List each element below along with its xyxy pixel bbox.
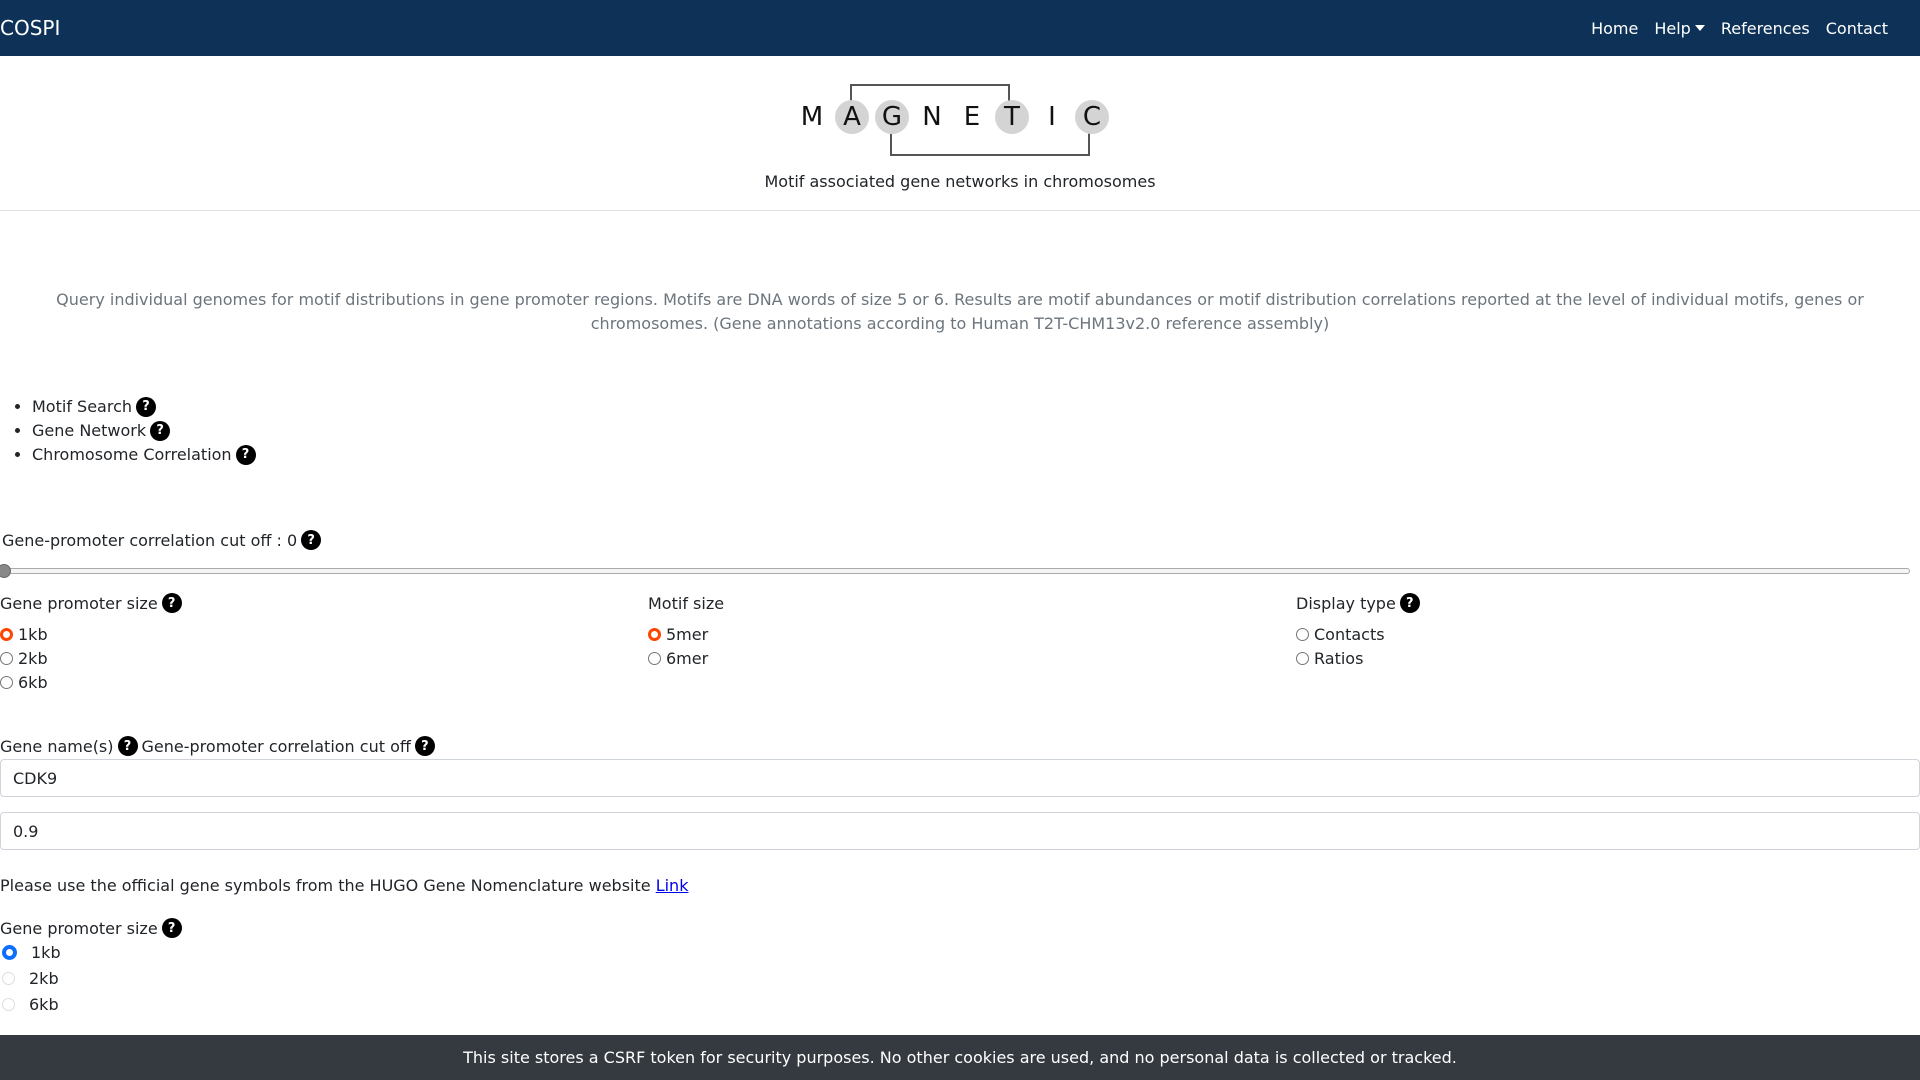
motif-size-group: Motif size 5mer 6mer	[648, 592, 724, 670]
gene-name-labels: Gene name(s) ? Gene-promoter correlation…	[0, 736, 435, 756]
nav-help-label: Help	[1654, 18, 1691, 38]
promoter2-option-6kb[interactable]: 6kb	[0, 991, 182, 1017]
display-type-group: Display type? Contacts Ratios	[1296, 592, 1420, 670]
option-label: Contacts	[1314, 624, 1385, 644]
promoter-size-title: Gene promoter size?	[0, 592, 182, 614]
promoter-size-group: Gene promoter size? 1kb 2kb 6kb	[0, 592, 182, 694]
option-label: 2kb	[29, 968, 59, 988]
cutoff-input[interactable]: 0.9	[0, 812, 1920, 850]
motif-option-5mer[interactable]: 5mer	[648, 622, 724, 646]
option-label: 2kb	[18, 648, 48, 668]
nav-links: Home Help References Contact	[1583, 19, 1896, 38]
logo-letter: C	[1075, 100, 1109, 134]
promoter-size-title-2: Gene promoter size?	[0, 917, 182, 939]
nav-contact[interactable]: Contact	[1818, 19, 1896, 38]
nav-home[interactable]: Home	[1583, 19, 1646, 38]
logo-letters: M A G N E T I C	[795, 100, 1115, 134]
promoter-size-title-text: Gene promoter size	[0, 593, 158, 613]
logo-letter: A	[835, 100, 869, 134]
radio-button[interactable]	[648, 627, 661, 641]
help-icon[interactable]: ?	[150, 421, 171, 441]
help-icon[interactable]: ?	[1399, 593, 1420, 613]
intro-text: Query individual genomes for motif distr…	[56, 290, 1864, 333]
correlation-slider[interactable]	[0, 564, 1910, 578]
logo-letter: N	[922, 102, 942, 132]
tagline: Motif associated gene networks in chromo…	[764, 172, 1156, 191]
motif-option-6mer[interactable]: 6mer	[648, 646, 724, 670]
radio-button[interactable]	[1296, 627, 1309, 641]
hugo-note: Please use the official gene symbols fro…	[0, 876, 688, 895]
display-option-contacts[interactable]: Contacts	[1296, 622, 1420, 646]
display-type-title-text: Display type	[1296, 593, 1396, 613]
gene-name-input[interactable]: CDK9	[0, 759, 1920, 797]
menu-item-motif-search: Motif Search?	[32, 395, 256, 419]
logo-letter: T	[995, 100, 1029, 134]
help-icon[interactable]: ?	[414, 736, 435, 756]
help-icon[interactable]: ?	[161, 918, 182, 938]
menu-item-chromosome-correlation: Chromosome Correlation?	[32, 443, 256, 467]
menu-item-gene-network: Gene Network?	[32, 419, 256, 443]
slider-handle[interactable]	[0, 564, 11, 578]
help-icon[interactable]: ?	[117, 736, 138, 756]
logo-letter: G	[875, 100, 909, 134]
option-label: 1kb	[31, 942, 61, 962]
caret-down-icon	[1694, 25, 1705, 31]
menu-item-label[interactable]: Motif Search	[32, 395, 132, 419]
display-type-title: Display type?	[1296, 592, 1420, 614]
motif-size-title: Motif size	[648, 593, 725, 613]
magnetic-logo: M A G N E T I C	[795, 82, 1109, 162]
tool-menu: Motif Search? Gene Network? Chromosome C…	[0, 395, 256, 467]
promoter-option-1kb[interactable]: 1kb	[0, 622, 182, 646]
top-navbar: COSPI Home Help References Contact	[0, 0, 1920, 56]
logo-letter: M	[800, 102, 824, 132]
option-label: 5mer	[666, 624, 709, 644]
help-icon[interactable]: ?	[161, 593, 182, 613]
nav-references[interactable]: References	[1713, 19, 1818, 38]
radio-button[interactable]	[2, 944, 17, 960]
radio-button[interactable]	[0, 627, 13, 641]
promoter2-option-2kb[interactable]: 2kb	[0, 965, 182, 991]
help-icon[interactable]: ?	[301, 530, 322, 550]
option-label: 6kb	[29, 994, 59, 1014]
logo-letter: E	[963, 102, 981, 132]
option-label: 6kb	[18, 672, 48, 692]
correlation-label: Gene-promoter correlation cut off : 0 ?	[2, 530, 322, 550]
promoter2-option-1kb[interactable]: 1kb	[0, 939, 182, 965]
correlation-label-text: Gene-promoter correlation cut off : 0	[2, 530, 298, 550]
radio-button[interactable]	[0, 651, 13, 665]
promoter-option-6kb[interactable]: 6kb	[0, 670, 182, 694]
brand-link[interactable]: COSPI	[0, 16, 60, 40]
cookie-banner: This site stores a CSRF token for securi…	[0, 1035, 1920, 1080]
radio-button[interactable]	[648, 651, 661, 665]
radio-button[interactable]	[1296, 651, 1309, 665]
nav-help[interactable]: Help	[1646, 19, 1712, 38]
gene-name-label: Gene name(s)	[0, 736, 114, 756]
help-icon[interactable]: ?	[235, 445, 256, 465]
radio-button[interactable]	[2, 971, 15, 985]
promoter-option-2kb[interactable]: 2kb	[0, 646, 182, 670]
logo-letter: I	[1048, 102, 1056, 132]
hugo-link[interactable]: Link	[656, 876, 689, 895]
radio-button[interactable]	[0, 675, 13, 689]
promoter-size-title-2-text: Gene promoter size	[0, 918, 158, 938]
cutoff-label: Gene-promoter correlation cut off	[141, 736, 411, 756]
promoter-size-group-2: Gene promoter size? 1kb 2kb 6kb	[0, 917, 182, 1017]
option-label: 6mer	[666, 648, 709, 668]
menu-item-label[interactable]: Chromosome Correlation	[32, 443, 232, 467]
option-label: Ratios	[1314, 648, 1364, 668]
help-icon[interactable]: ?	[136, 397, 156, 417]
option-label: 1kb	[18, 624, 48, 644]
page-header: M A G N E T I C Motif associated gene ne…	[0, 56, 1920, 211]
menu-item-label[interactable]: Gene Network	[32, 419, 146, 443]
display-option-ratios[interactable]: Ratios	[1296, 646, 1420, 670]
hugo-note-text: Please use the official gene symbols fro…	[0, 876, 651, 895]
radio-button[interactable]	[2, 997, 15, 1011]
